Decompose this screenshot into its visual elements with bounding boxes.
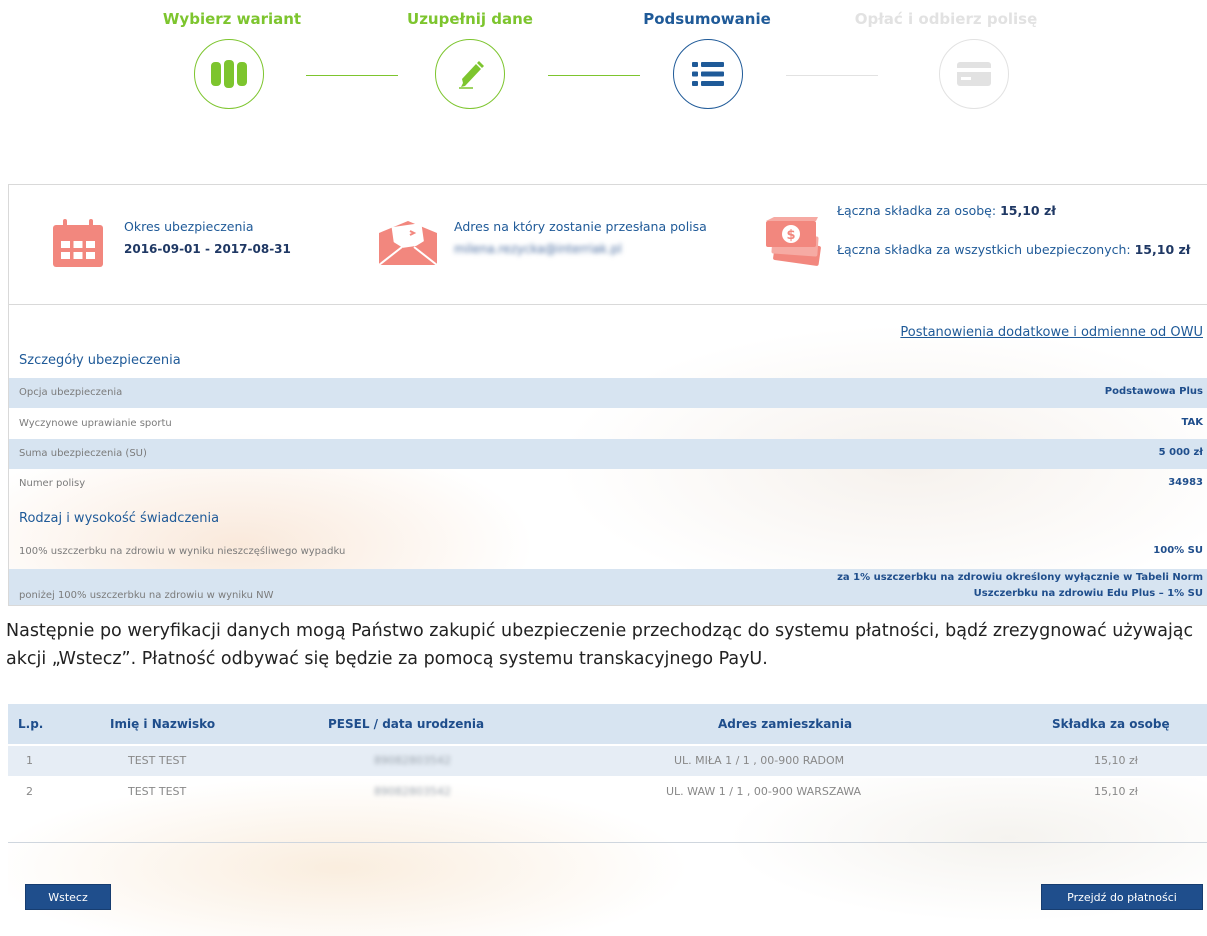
detail-row-opcja: Opcja ubezpieczenia Podstawowa Plus <box>9 378 1207 408</box>
detail-value: 34983 <box>1168 477 1203 488</box>
svg-text:$: $ <box>786 228 795 243</box>
premium-all-label: Łączna składka za wszystkich ubezpieczon… <box>837 242 1131 257</box>
benefit-value: 100% SU <box>1153 545 1203 556</box>
premium-person-value: 15,10 zł <box>1000 203 1056 218</box>
step-connector-2 <box>548 75 640 76</box>
step-4-oplac-i-odbierz <box>939 39 1009 109</box>
address-value: milena.rezycka@interriak.pl <box>454 242 622 256</box>
card-icon <box>957 62 991 86</box>
step-label-uzupelnij-dane: Uzupełnij dane <box>407 10 533 28</box>
columns-icon <box>211 60 247 88</box>
header-premium: Składka za osobę <box>1052 717 1170 731</box>
benefit-value-line2: Uszczerbku na zdrowiu Edu Plus – 1% SU <box>973 588 1203 599</box>
insured-persons-table: L.p. Imię i Nazwisko PESEL / data urodze… <box>8 704 1207 936</box>
detail-row-suma: Suma ubezpieczenia (SU) 5 000 zł <box>9 439 1207 469</box>
period-from: 2016-09-01 <box>124 242 201 256</box>
envelope-icon <box>378 221 438 266</box>
back-button[interactable]: Wstecz <box>25 884 111 910</box>
step-1-wybierz-wariant[interactable] <box>194 39 264 109</box>
table-row: 2 TEST TEST 89082803542 UL. WAW 1 / 1 , … <box>8 777 1207 807</box>
step-3-podsumowanie[interactable] <box>673 39 743 109</box>
header-pesel: PESEL / data urodzenia <box>328 717 485 731</box>
pencil-icon <box>459 61 484 89</box>
calendar-icon <box>53 219 103 267</box>
owu-link[interactable]: Postanowienia dodatkowe i odmienne od OW… <box>900 325 1203 340</box>
summary-info-row: Okres ubezpieczenia 2016-09-01 - 2017-08… <box>9 185 1207 305</box>
benefit-row-below-100: poniżej 100% uszczerbku na zdrowiu w wyn… <box>9 569 1207 605</box>
period-separator: - <box>200 242 215 256</box>
summary-panel: Okres ubezpieczenia 2016-09-01 - 2017-08… <box>8 184 1207 606</box>
cell-name: TEST TEST <box>128 785 187 798</box>
detail-key: Suma ubezpieczenia (SU) <box>19 448 147 459</box>
step-connector-1 <box>306 75 398 76</box>
premium-all-value: 15,10 zł <box>1134 242 1191 257</box>
benefit-row-100: 100% uszczerbku na zdrowiu w wyniku nies… <box>9 537 1207 567</box>
detail-value: TAK <box>1181 417 1203 428</box>
benefit-key: poniżej 100% uszczerbku na zdrowiu w wyn… <box>19 590 274 601</box>
go-to-payment-button[interactable]: Przejdź do płatności <box>1041 884 1203 910</box>
section-title-benefits: Rodzaj i wysokość świadczenia <box>19 511 220 526</box>
cell-premium: 15,10 zł <box>1094 754 1138 767</box>
step-label-oplac-i-odbierz: Opłać i odbierz polisę <box>854 10 1038 28</box>
period-to: 2017-08-31 <box>214 242 291 256</box>
detail-value: Podstawowa Plus <box>1104 386 1203 397</box>
cell-lp: 2 <box>26 785 33 798</box>
cell-name: TEST TEST <box>128 754 187 767</box>
list-icon <box>692 62 724 86</box>
table-row: 1 TEST TEST 89082803542 UL. MIŁA 1 / 1 ,… <box>8 746 1207 776</box>
cell-lp: 1 <box>26 754 33 767</box>
payment-info-paragraph: Następnie po weryfikacji danych mogą Pań… <box>6 621 1194 669</box>
benefit-value-line1: za 1% uszczerbku na zdrowiu określony wy… <box>837 572 1203 583</box>
cell-address: UL. WAW 1 / 1 , 00-900 WARSZAWA <box>666 785 862 798</box>
table-separator <box>8 842 1207 843</box>
cell-pesel: 89082803542 <box>374 754 451 767</box>
header-lp: L.p. <box>18 717 44 731</box>
step-connector-3 <box>786 75 878 76</box>
period-label: Okres ubezpieczenia <box>124 219 254 234</box>
cell-premium: 15,10 zł <box>1094 785 1138 798</box>
address-label: Adres na który zostanie przesłana polisa <box>454 219 707 234</box>
section-title-details: Szczegóły ubezpieczenia <box>19 353 181 368</box>
detail-key: Opcja ubezpieczenia <box>19 387 123 398</box>
detail-key: Numer polisy <box>19 478 86 489</box>
progress-stepper: Wybierz wariant Uzupełnij dane Podsumowa… <box>0 0 1207 130</box>
step-2-uzupelnij-dane[interactable] <box>435 39 505 109</box>
detail-value: 5 000 zł <box>1158 447 1203 458</box>
detail-key: Wyczynowe uprawianie sportu <box>19 418 172 429</box>
header-name: Imię i Nazwisko <box>110 717 216 731</box>
cell-pesel: 89082803542 <box>374 785 451 798</box>
cell-address: UL. MIŁA 1 / 1 , 00-900 RADOM <box>674 754 845 767</box>
header-address: Adres zamieszkania <box>718 717 853 731</box>
money-icon: $ <box>766 217 821 266</box>
detail-row-numer-polisy: Numer polisy 34983 <box>9 469 1207 499</box>
step-label-podsumowanie: Podsumowanie <box>643 10 771 28</box>
premium-person-label: Łączna składka za osobę: <box>837 203 997 218</box>
benefit-key: 100% uszczerbku na zdrowiu w wyniku nies… <box>19 546 346 557</box>
step-label-wybierz-wariant: Wybierz wariant <box>162 10 302 28</box>
period-value: 2016-09-01 - 2017-08-31 <box>124 242 291 256</box>
premium-person-row: Łączna składka za osobę: 15,10 zł <box>837 203 1056 218</box>
table-header: L.p. Imię i Nazwisko PESEL / data urodze… <box>8 704 1207 744</box>
premium-all-row: Łączna składka za wszystkich ubezpieczon… <box>837 242 1190 257</box>
detail-row-sport: Wyczynowe uprawianie sportu TAK <box>9 409 1207 439</box>
